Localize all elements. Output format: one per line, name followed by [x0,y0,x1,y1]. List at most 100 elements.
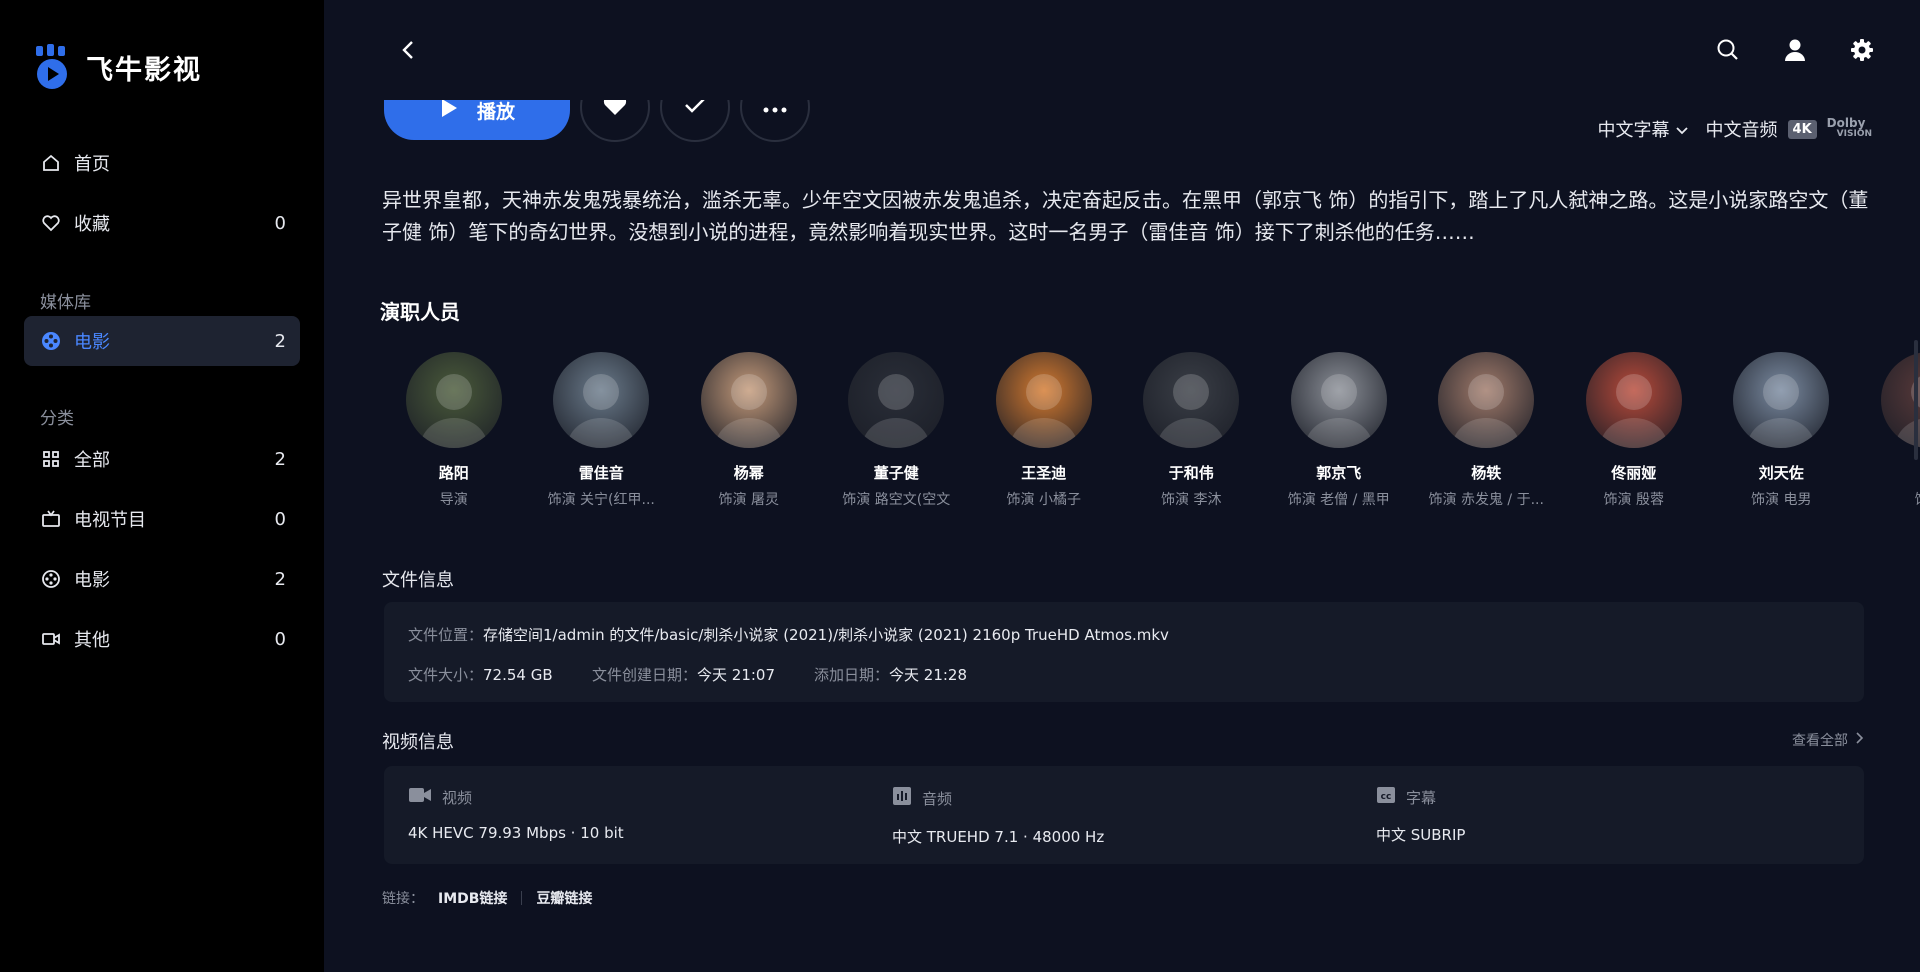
cast-card[interactable]: 刘天佐 饰演 电男 [1708,352,1856,509]
home-icon [40,152,62,174]
dolby-line-2: VISION [1836,129,1872,139]
user-button[interactable] [1775,32,1815,72]
cast-card[interactable]: 杨幂 饰演 屠灵 [675,352,823,509]
cast-section-title: 演职人员 [380,300,460,324]
sidebar-item-movies-library[interactable]: 电影 2 [24,316,300,366]
back-icon [401,40,415,64]
cast-card[interactable]: 于和伟 饰演 李沐 [1118,352,1266,509]
settings-button[interactable] [1842,32,1882,72]
view-all-label: 查看全部 [1792,733,1848,749]
subtitle-stream-info: cc 字幕 中文 SUBRIP [1376,786,1465,845]
sidebar-item-count: 2 [274,448,286,470]
heart-icon [40,212,62,234]
external-links: 链接： IMDB链接 豆瓣链接 [382,888,592,908]
sidebar-item-label: 首页 [74,154,110,175]
file-location-value: 存储空间1/admin 的文件/basic/刺杀小说家 (2021)/刺杀小说家… [483,626,1169,644]
sidebar-item-home[interactable]: 首页 [24,138,300,188]
video-camera-icon [40,628,62,650]
cast-role: 导演 [439,492,468,508]
sidebar-item-count: 0 [274,508,286,530]
cast-avatar [1143,352,1240,448]
closed-caption-icon: cc [1376,786,1396,808]
logo-icon [34,44,74,90]
file-size-label: 文件大小： [408,666,484,684]
video-camera-icon [408,786,432,808]
cast-name: 杨幂 [733,464,764,482]
file-created: 文件创建日期：今天 21:07 [592,664,775,685]
file-info-panel: 文件位置：存储空间1/admin 的文件/basic/刺杀小说家 (2021)/… [384,602,1864,702]
sidebar-item-label: 收藏 [74,214,110,235]
cast-card[interactable]: 杨轶 饰演 赤发鬼 / 于... [1413,352,1561,509]
video-value: 4K HEVC 79.93 Mbps · 10 bit [408,824,624,842]
sidebar-item-count: 2 [274,330,286,352]
audio-icon [892,786,912,810]
search-button[interactable] [1708,32,1748,72]
search-icon [1716,38,1740,66]
sidebar-item-all[interactable]: 全部 2 [24,434,300,484]
audio-stream-info: 音频 中文 TRUEHD 7.1 · 48000 Hz [892,786,1104,847]
dolby-line-1: Dolby [1826,116,1866,130]
subtitle-label: 字幕 [1406,788,1437,807]
cast-card[interactable]: 董子健饰演 路空文(空文 [823,352,971,509]
cast-name: 郭京飞 [1316,464,1362,482]
synopsis: 异世界皇都，天神赤发鬼残暴统治，滥杀无辜。少年空文因被赤发鬼追杀，决定奋起反击。… [382,188,1869,244]
file-info-title: 文件信息 [382,570,454,591]
view-all-link[interactable]: 查看全部 [1792,730,1864,750]
cast-role: 饰演 路空文(空文 [842,492,951,508]
subtitle-select-label: 中文字幕 [1597,120,1670,141]
resolution-badge: 4K [1787,119,1817,139]
sidebar-item-other[interactable]: 其他 0 [24,614,300,664]
cast-scrollbar[interactable] [1914,340,1918,460]
sidebar-item-tv[interactable]: 电视节目 0 [24,494,300,544]
cast-name: 王圣迪 [1021,464,1067,482]
cast-avatar [1290,352,1387,448]
cast-role: 饰演 关宁(红甲... [547,492,655,508]
cast-name: 董子健 [873,464,919,482]
tv-icon [40,508,62,530]
subtitle-select[interactable]: 中文字幕 [1598,116,1688,142]
cast-avatar [553,352,650,448]
douban-link[interactable]: 豆瓣链接 [536,888,592,908]
back-button[interactable] [388,32,428,72]
film-reel-icon [40,330,62,352]
video-info-title: 视频信息 [382,732,454,753]
cast-card[interactable]: 路阳 导演 [380,352,528,509]
file-location-label: 文件位置： [408,626,484,644]
imdb-link[interactable]: IMDB链接 [438,888,507,908]
main-content: 播放 中文字幕 中文音频 4K Dolby VISION 异世界皇都，天神赤发鬼… [324,0,1920,972]
cast-role: 饰演 殷蓉 [1603,492,1664,508]
app-logo[interactable]: 飞牛影视 [34,44,202,90]
sidebar-item-count: 2 [274,568,286,590]
cast-card[interactable]: 雷佳音饰演 关宁(红甲... [528,352,676,509]
audio-label: 音频 [922,789,953,808]
subtitle-value: 中文 SUBRIP [1376,826,1466,844]
grid-icon [40,448,62,470]
cast-name: 刘天佐 [1758,464,1804,482]
sidebar-item-label: 电视节目 [74,510,146,531]
cast-role: 饰演 老僧 / 黑甲 [1287,492,1390,508]
cast-avatar [1438,352,1535,448]
cast-avatar [1585,352,1682,448]
app-title: 飞牛影视 [86,54,202,86]
cast-avatar [405,352,502,448]
sidebar-item-favorites[interactable]: 收藏 0 [24,198,300,248]
video-label: 视频 [442,788,473,807]
more-icon [763,98,787,117]
settings-icon [1850,38,1874,66]
file-location: 文件位置：存储空间1/admin 的文件/basic/刺杀小说家 (2021)/… [408,624,1169,645]
cast-role: 饰演 李沐 [1161,492,1222,508]
audio-language[interactable]: 中文音频 [1706,116,1778,142]
cast-name: 雷佳音 [578,464,624,482]
cast-card[interactable]: 佟丽娅 饰演 殷蓉 [1560,352,1708,509]
cast-name: 杨轶 [1471,464,1502,482]
dolby-vision-badge: Dolby VISION [1826,116,1872,140]
cast-card[interactable]: 王圣迪 饰演 小橘子 [970,352,1118,509]
file-size: 文件大小：72.54 GB [408,664,553,685]
user-icon [1784,38,1806,66]
cast-card[interactable]: 郭京飞饰演 老僧 / 黑甲 [1265,352,1413,509]
sidebar-item-label: 全部 [74,450,110,471]
sidebar-item-movies[interactable]: 电影 2 [24,554,300,604]
cast-card[interactable]: 董饰演 [1855,352,1920,509]
sidebar-item-count: 0 [274,628,286,650]
sidebar-item-label: 电影 [74,570,110,591]
